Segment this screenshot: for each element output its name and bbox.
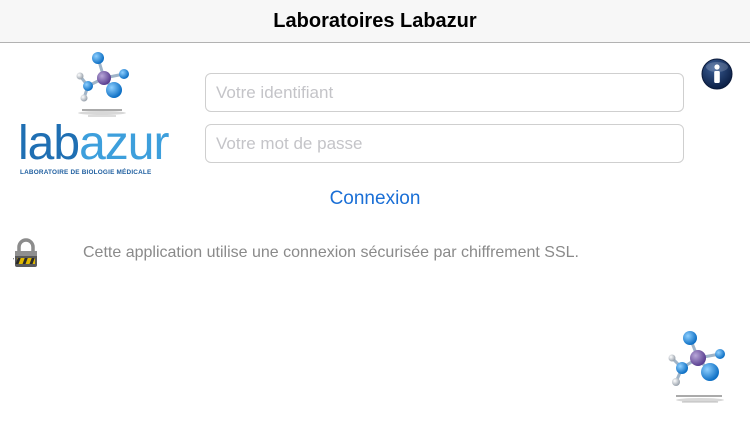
page-title: Laboratoires Labazur xyxy=(273,9,477,32)
navigation-bar: Laboratoires Labazur xyxy=(0,0,750,43)
logo-wordmark: labazur xyxy=(18,117,169,170)
padlock-icon xyxy=(8,238,39,268)
logo-word-azur: azur xyxy=(79,117,169,170)
logo-subtitle: LABORATOIRE DE BIOLOGIE MÉDICALE xyxy=(20,169,152,176)
logo-word-lab: lab xyxy=(18,117,80,170)
ssl-security-message: Cette application utilise une connexion … xyxy=(83,244,579,261)
molecule-icon xyxy=(76,52,129,117)
login-field[interactable] xyxy=(205,73,684,112)
connect-button[interactable]: Connexion xyxy=(300,188,450,210)
password-field[interactable] xyxy=(205,124,684,163)
info-button[interactable] xyxy=(701,58,733,90)
molecule-icon xyxy=(660,326,730,406)
labazur-logo: labazur LABORATOIRE DE BIOLOGIE MÉDICALE xyxy=(18,50,190,180)
info-icon xyxy=(701,58,733,90)
